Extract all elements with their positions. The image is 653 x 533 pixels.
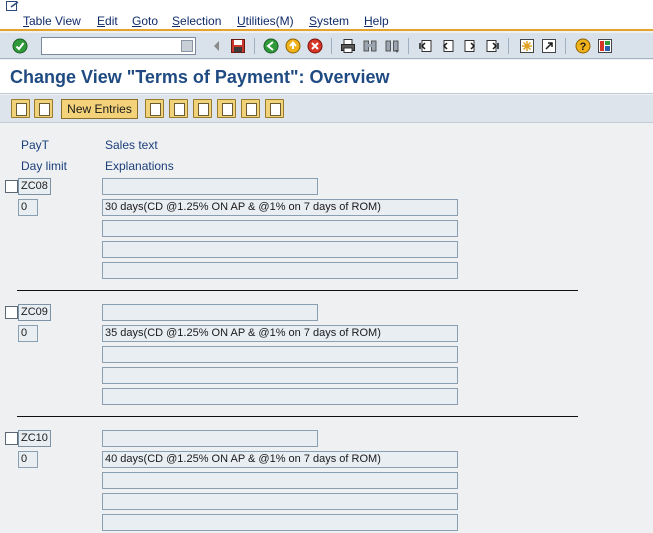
sales-text-field[interactable] <box>102 430 318 447</box>
last-page-icon[interactable] <box>484 38 500 54</box>
display-change-icon[interactable] <box>11 99 30 118</box>
record-divider <box>17 290 578 291</box>
details-icon[interactable] <box>34 99 53 118</box>
explanation-line-4[interactable] <box>102 388 458 405</box>
column-header-payt: PayT <box>21 138 50 152</box>
column-header-day-limit: Day limit <box>21 159 68 173</box>
explanation-line-2[interactable] <box>102 472 458 489</box>
save-icon[interactable] <box>230 38 246 54</box>
explanation-line-1[interactable]: 30 days(CD @1.25% ON AP & @1% on 7 days … <box>102 199 458 216</box>
delete-icon[interactable] <box>169 99 188 118</box>
svg-text:?: ? <box>580 41 587 53</box>
menu-bar: Table View Edit Goto Selection Utilities… <box>0 0 653 31</box>
record-divider <box>17 416 578 417</box>
select-block-icon[interactable] <box>241 99 260 118</box>
row-select-checkbox[interactable] <box>5 432 18 445</box>
command-input[interactable] <box>42 38 195 54</box>
sales-text-field[interactable] <box>102 304 318 321</box>
payt-field[interactable]: ZC08 <box>18 178 51 195</box>
find-icon[interactable] <box>362 38 378 54</box>
explanation-line-3[interactable] <box>102 241 458 258</box>
copy-as-icon[interactable] <box>145 99 164 118</box>
explanation-line-4[interactable] <box>102 262 458 279</box>
title-bar: Change View "Terms of Payment": Overview <box>0 60 653 94</box>
explanation-line-1[interactable]: 35 days(CD @1.25% ON AP & @1% on 7 days … <box>102 325 458 342</box>
customize-layout-icon[interactable] <box>597 38 613 54</box>
menu-goto[interactable]: Goto <box>132 14 158 28</box>
sales-text-field[interactable] <box>102 178 318 195</box>
menu-edit[interactable]: Edit <box>97 14 118 28</box>
column-header-explanations: Explanations <box>105 159 174 173</box>
next-page-icon[interactable] <box>462 38 478 54</box>
find-next-icon[interactable] <box>384 38 400 54</box>
payt-field[interactable]: ZC10 <box>18 430 51 447</box>
menu-utilities[interactable]: Utilities(M) <box>237 14 294 28</box>
menu-system[interactable]: System <box>309 14 349 28</box>
exit-icon[interactable] <box>285 38 301 54</box>
deselect-all-icon[interactable] <box>265 99 284 118</box>
menu-selection[interactable]: Selection <box>172 14 221 28</box>
column-header-sales-text: Sales text <box>105 138 158 152</box>
menu-help[interactable]: Help <box>364 14 389 28</box>
day-limit-field[interactable]: 0 <box>18 451 38 468</box>
back-arrow-icon[interactable] <box>209 38 225 54</box>
command-history-icon[interactable] <box>181 40 193 52</box>
previous-page-icon[interactable] <box>440 38 456 54</box>
select-all-icon[interactable] <box>217 99 236 118</box>
new-entries-button[interactable]: New Entries <box>61 99 138 119</box>
explanation-line-4[interactable] <box>102 514 458 531</box>
explanation-line-1[interactable]: 40 days(CD @1.25% ON AP & @1% on 7 days … <box>102 451 458 468</box>
first-page-icon[interactable] <box>418 38 434 54</box>
explanation-line-2[interactable] <box>102 220 458 237</box>
explanation-line-3[interactable] <box>102 493 458 510</box>
system-menu-icon[interactable] <box>6 1 20 12</box>
create-session-icon[interactable] <box>519 38 535 54</box>
menu-table-view[interactable]: Table View <box>23 14 81 28</box>
day-limit-field[interactable]: 0 <box>18 325 38 342</box>
command-field[interactable] <box>41 37 196 55</box>
shortcut-icon[interactable] <box>541 38 557 54</box>
page-title: Change View "Terms of Payment": Overview <box>10 67 390 87</box>
cancel-icon[interactable] <box>307 38 323 54</box>
print-icon[interactable] <box>340 38 356 54</box>
back-icon[interactable] <box>263 38 279 54</box>
row-select-checkbox[interactable] <box>5 306 18 319</box>
standard-toolbar: ? <box>0 33 653 59</box>
application-toolbar: New Entries <box>0 95 653 123</box>
explanation-line-3[interactable] <box>102 367 458 384</box>
payt-field[interactable]: ZC09 <box>18 304 51 321</box>
explanation-line-2[interactable] <box>102 346 458 363</box>
undo-change-icon[interactable] <box>193 99 212 118</box>
enter-check-icon[interactable] <box>12 38 28 54</box>
row-select-checkbox[interactable] <box>5 180 18 193</box>
help-icon[interactable]: ? <box>575 38 591 54</box>
day-limit-field[interactable]: 0 <box>18 199 38 216</box>
